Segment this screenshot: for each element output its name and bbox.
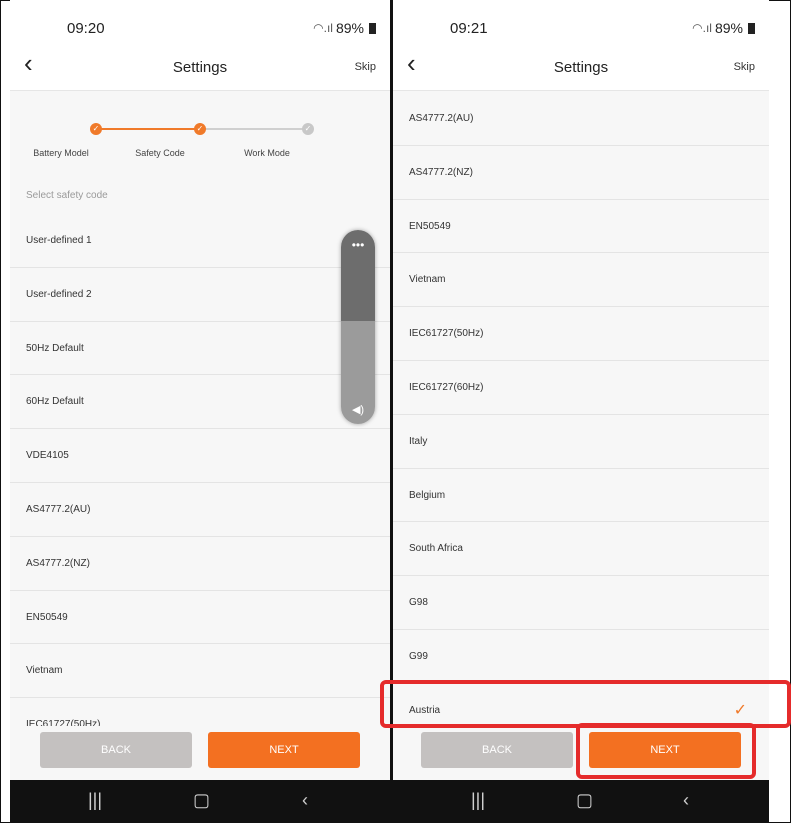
recent-apps-icon[interactable]: ||| [471,790,485,811]
list-item[interactable]: User-defined 1 [10,214,390,268]
step-complete-icon: ✓ [90,123,102,135]
list-item[interactable]: 50Hz Default [10,322,390,376]
safety-code-list: User-defined 1 User-defined 2 50Hz Defau… [10,214,390,752]
list-item[interactable]: AS4777.2(AU) [393,92,769,146]
volume-slider[interactable]: ••• ◀) [341,230,375,424]
step-label-battery-model: Battery Model [33,148,89,158]
section-hint: Select safety code [26,190,108,201]
speaker-icon: ◀) [351,404,365,416]
list-item[interactable]: Vietnam [393,253,769,308]
list-item[interactable]: EN50549 [393,200,769,254]
page-title: Settings [553,59,609,76]
battery-icon [369,22,376,34]
button-bar: BACK NEXT [10,726,390,780]
step-pending-icon: ✓ [302,123,314,135]
step-connector [200,128,306,130]
next-button[interactable]: NEXT [208,732,360,768]
battery-percent: 89% [335,20,364,36]
list-item[interactable]: Vietnam [10,644,390,699]
page-title: Settings [172,59,228,76]
phone-left: 09:20 ◠.ıl 89% ‹ Settings Skip ✓ ✓ ✓ Bat… [10,0,390,823]
status-icons: ◠.ıl 89% [313,20,376,36]
list-item[interactable]: EN50549 [10,591,390,645]
list-item[interactable]: AS4777.2(NZ) [393,146,769,200]
recent-apps-icon[interactable]: ||| [88,790,102,811]
progress-stepper: ✓ ✓ ✓ Battery Model Safety Code Work Mod… [10,90,390,180]
step-complete-icon: ✓ [194,123,206,135]
back-button[interactable]: BACK [40,732,192,768]
list-item[interactable]: IEC61727(50Hz) [393,307,769,361]
safety-code-list: AS4777.2(AU) AS4777.2(NZ) EN50549 Vietna… [393,92,769,738]
nav-back-icon[interactable]: ‹ [302,790,308,811]
more-icon[interactable]: ••• [341,238,375,252]
top-nav: ‹ Settings Skip [393,44,769,91]
home-icon[interactable]: ▢ [576,790,593,811]
battery-icon [748,22,755,34]
skip-button[interactable]: Skip [355,61,376,73]
list-item[interactable]: South Africa [393,522,769,577]
list-item[interactable]: Italy [393,415,769,469]
list-item[interactable]: AS4777.2(AU) [10,483,390,537]
system-nav-bar: ||| ▢ ‹ [393,780,769,823]
wifi-signal-icon: ◠.ıl [692,21,712,35]
wifi-signal-icon: ◠.ıl [313,21,333,35]
step-connector [96,128,200,130]
skip-button[interactable]: Skip [734,61,755,73]
list-item[interactable]: User-defined 2 [10,268,390,322]
system-nav-bar: ||| ▢ ‹ [10,780,390,823]
selected-item-highlight [380,680,791,728]
nav-back-icon[interactable]: ‹ [683,790,689,811]
battery-percent: 89% [714,20,743,36]
step-label-work-mode: Work Mode [244,148,290,158]
status-bar: 09:21 ◠.ıl 89% [393,0,769,44]
list-item[interactable]: 60Hz Default [10,375,390,430]
back-button[interactable]: BACK [421,732,573,768]
list-item[interactable]: Belgium [393,469,769,523]
top-nav: ‹ Settings Skip [10,44,390,91]
status-icons: ◠.ıl 89% [692,20,755,36]
list-item[interactable]: G99 [393,630,769,684]
step-label-safety-code: Safety Code [135,148,185,158]
home-icon[interactable]: ▢ [193,790,210,811]
clock: 09:20 [67,20,105,37]
list-item[interactable]: VDE4105 [10,429,390,483]
clock: 09:21 [450,20,488,37]
list-item[interactable]: IEC61727(60Hz) [393,361,769,415]
list-item[interactable]: G98 [393,576,769,630]
next-button-highlight [576,723,756,779]
status-bar: 09:20 ◠.ıl 89% [10,0,390,44]
list-item[interactable]: AS4777.2(NZ) [10,537,390,591]
